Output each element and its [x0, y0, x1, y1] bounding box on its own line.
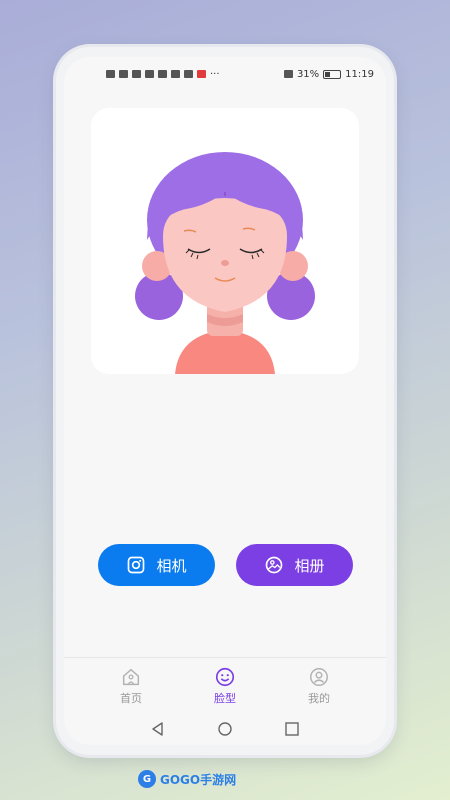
watermark: G GOGO手游网: [138, 770, 236, 788]
battery-icon: [323, 69, 342, 79]
app-notification-icon: [197, 70, 206, 78]
signal-icon: [132, 70, 141, 78]
notification-icon: [158, 70, 167, 78]
home-nav-icon[interactable]: [217, 721, 233, 737]
app-notification-icon: [171, 70, 180, 78]
tab-home-label: 首页: [120, 691, 142, 705]
camera-button-label: 相机: [156, 557, 187, 575]
signal-icon: [119, 70, 128, 78]
more-notifications: ···: [210, 68, 220, 80]
watermark-text: GOGO手游网: [160, 772, 237, 787]
home-icon: [122, 668, 140, 685]
tab-face-shape[interactable]: 脸型: [195, 666, 255, 706]
back-icon[interactable]: [150, 721, 166, 737]
album-button-label: 相册: [294, 557, 325, 575]
tab-mine-label: 我的: [308, 691, 330, 705]
app-screen: ··· 31% 11:19 相机 相册 首页 脸型 我的: [64, 57, 386, 745]
watermark-logo-icon: G: [138, 770, 156, 788]
user-icon: [310, 667, 328, 686]
phone-frame: ··· 31% 11:19 相机 相册 首页 脸型 我的: [56, 47, 394, 755]
wifi-icon: [145, 70, 154, 78]
album-button[interactable]: 相册: [236, 544, 353, 586]
recents-icon[interactable]: [284, 721, 300, 737]
battery-percent: 31%: [296, 68, 320, 80]
tab-face-shape-label: 脸型: [214, 691, 236, 705]
status-icons-right: 31% 11:19: [283, 68, 374, 80]
camera-button[interactable]: 相机: [98, 544, 215, 586]
tab-home[interactable]: 首页: [101, 666, 161, 706]
camera-icon: [128, 556, 145, 574]
bottom-tab-bar: 首页 脸型 我的: [64, 657, 386, 713]
hd-icon: [106, 70, 115, 78]
clock: 11:19: [345, 68, 374, 80]
smile-icon: [215, 667, 235, 686]
gallery-icon: [266, 556, 283, 574]
vibrate-icon: [283, 70, 293, 78]
avatar-card: [91, 108, 359, 374]
status-bar: ··· 31% 11:19: [64, 65, 386, 83]
system-nav-bar: [64, 713, 386, 745]
status-icons-left: ···: [106, 69, 220, 80]
tab-mine[interactable]: 我的: [289, 666, 349, 706]
girl-avatar-illustration: [135, 152, 315, 374]
cart-icon: [184, 70, 193, 78]
